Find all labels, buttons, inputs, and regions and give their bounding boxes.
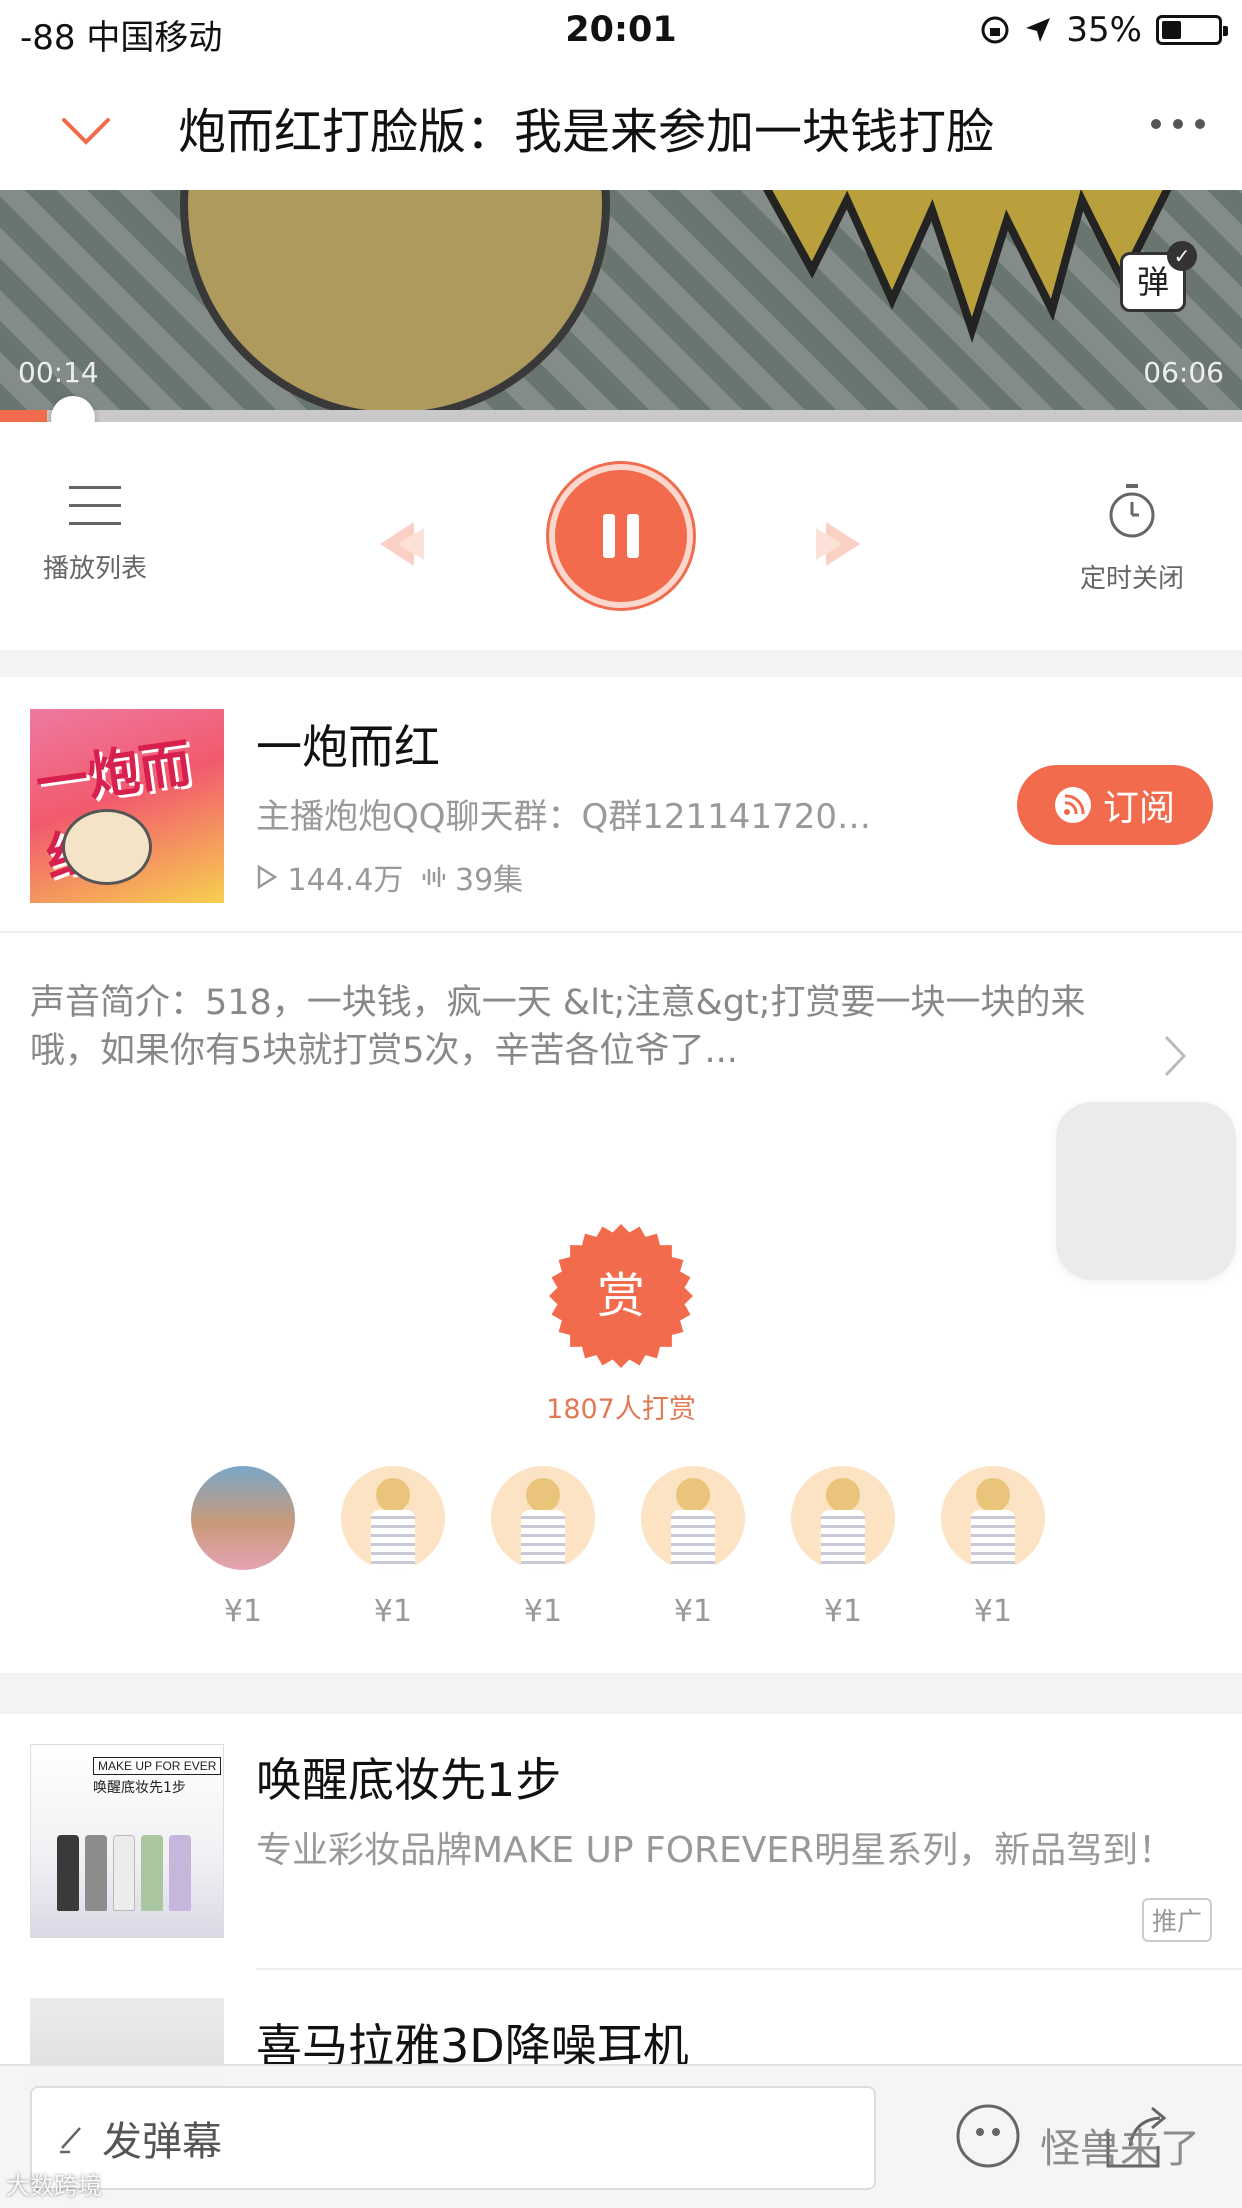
avatar bbox=[491, 1466, 595, 1570]
current-time: 00:14 bbox=[18, 356, 99, 389]
product-tube bbox=[113, 1835, 135, 1911]
avatar bbox=[341, 1466, 445, 1570]
divider bbox=[256, 1968, 1242, 1970]
more-icon[interactable] bbox=[1148, 114, 1208, 134]
reward-amount: ¥1 bbox=[673, 1594, 713, 1629]
cover-banner[interactable]: 弹 ✓ 00:14 06:06 bbox=[0, 190, 1242, 414]
promo-section: MAKE UP FOR EVER 唤醒底妆先1步 唤醒底妆先1步 专业彩妆品牌M… bbox=[0, 1714, 1242, 2098]
battery-level bbox=[1162, 21, 1181, 39]
episode-count-value: 39集 bbox=[454, 863, 524, 898]
ad-thumbnail[interactable]: MAKE UP FOR EVER 唤醒底妆先1步 bbox=[30, 1744, 224, 1938]
timer-icon bbox=[1109, 484, 1155, 538]
status-right: 35% bbox=[980, 10, 1228, 50]
battery-icon bbox=[1156, 15, 1228, 45]
chevron-down-icon[interactable] bbox=[58, 102, 114, 158]
product-tube bbox=[85, 1835, 107, 1911]
rewarder-item[interactable]: ¥1 bbox=[638, 1466, 748, 1629]
ad-description: 专业彩妆品牌MAKE UP FOREVER明星系列，新品驾到！ bbox=[256, 1830, 1175, 1871]
reward-amount: ¥1 bbox=[973, 1594, 1013, 1629]
avatar bbox=[191, 1466, 295, 1570]
floating-assistive-button[interactable] bbox=[1056, 1102, 1236, 1280]
pencil-icon bbox=[60, 2127, 81, 2154]
play-count: 144.4万 bbox=[256, 855, 403, 899]
album-cover[interactable]: 一炮而红 bbox=[30, 709, 224, 903]
ad-thumb-brand: MAKE UP FOR EVER bbox=[93, 1757, 222, 1775]
rewarder-item[interactable]: ¥1 bbox=[338, 1466, 448, 1629]
danmaku-toggle[interactable]: 弹 ✓ bbox=[1120, 241, 1197, 312]
timer-label: 定时关闭 bbox=[1079, 564, 1184, 594]
chevron-right-icon[interactable] bbox=[1160, 1033, 1190, 1079]
danmaku-toggle-label: 弹 bbox=[1136, 263, 1169, 301]
waveform-icon bbox=[423, 867, 446, 887]
next-icon[interactable] bbox=[810, 514, 870, 574]
watermark-left: 大数跨境 bbox=[6, 2172, 102, 2200]
rewarder-item[interactable]: ¥1 bbox=[938, 1466, 1048, 1629]
player-controls: 播放列表 定时关闭 bbox=[0, 422, 1242, 650]
album-title: 一炮而红 bbox=[256, 720, 440, 774]
playlist-button[interactable]: 播放列表 bbox=[40, 482, 150, 585]
track-title: 炮而红打脸版：我是来参加一块钱打脸 bbox=[178, 104, 995, 160]
pause-icon bbox=[603, 514, 615, 558]
danmaku-placeholder: 发弹幕 bbox=[102, 2119, 222, 2165]
playlist-label: 播放列表 bbox=[42, 554, 147, 584]
subscribe-button[interactable]: 订阅 bbox=[1017, 765, 1213, 845]
watermark-right: 怪兽来了 bbox=[1040, 2126, 1200, 2172]
list-icon bbox=[69, 486, 121, 525]
sleep-timer-button[interactable]: 定时关闭 bbox=[1052, 482, 1212, 595]
rss-icon bbox=[1054, 787, 1091, 823]
status-bar: -88 中国移动 20:01 35% bbox=[0, 0, 1242, 64]
episode-count: 39集 bbox=[421, 855, 523, 899]
reward-amount: ¥1 bbox=[373, 1594, 413, 1629]
progress-fill bbox=[0, 410, 48, 422]
album-card[interactable]: 一炮而红 一炮而红 主播炮炮QQ聊天群：Q群121141720… 144.4万 … bbox=[0, 677, 1242, 933]
avatar bbox=[941, 1466, 1045, 1570]
album-cover-character bbox=[62, 809, 152, 885]
play-icon bbox=[257, 864, 278, 890]
previous-icon[interactable] bbox=[370, 514, 430, 574]
reward-button[interactable]: 赏 bbox=[547, 1222, 695, 1370]
battery-percent: 35% bbox=[1066, 10, 1142, 50]
promo-tag: 推广 bbox=[1141, 1898, 1212, 1942]
rewarder-item[interactable]: ¥1 bbox=[188, 1466, 298, 1629]
avatar bbox=[641, 1466, 745, 1570]
rewarder-item[interactable]: ¥1 bbox=[488, 1466, 598, 1629]
location-arrow-icon bbox=[1026, 18, 1051, 42]
reward-amount: ¥1 bbox=[223, 1594, 263, 1629]
subscribe-label: 订阅 bbox=[1102, 788, 1175, 829]
album-description: 主播炮炮QQ聊天群：Q群121141720… bbox=[256, 797, 871, 837]
total-time: 06:06 bbox=[1143, 356, 1224, 389]
pause-button[interactable] bbox=[549, 464, 693, 608]
intro-text[interactable]: 声音简介：518，一块钱，疯一天 &lt;注意&gt;打赏要一块一块的来哦，如果… bbox=[30, 979, 1140, 1075]
reward-amount: ¥1 bbox=[823, 1594, 863, 1629]
reward-badge-label: 赏 bbox=[597, 1268, 645, 1324]
progress-bar[interactable] bbox=[0, 410, 1242, 422]
ad-thumb-text: 唤醒底妆先1步 bbox=[93, 1780, 186, 1796]
reward-count: 1807人打赏 bbox=[546, 1394, 696, 1425]
avatar bbox=[791, 1466, 895, 1570]
rewarder-item[interactable]: ¥1 bbox=[788, 1466, 898, 1629]
album-stats: 144.4万 39集 bbox=[256, 855, 523, 899]
rotation-lock-icon bbox=[981, 16, 1009, 44]
title-bar: 炮而红打脸版：我是来参加一块钱打脸 bbox=[0, 64, 1242, 190]
danmaku-input[interactable]: 发弹幕 bbox=[30, 2086, 876, 2190]
pause-icon-bar bbox=[627, 514, 639, 558]
check-icon: ✓ bbox=[1167, 241, 1197, 271]
product-tube bbox=[169, 1835, 191, 1911]
ad-title[interactable]: 唤醒底妆先1步 bbox=[256, 1744, 561, 1810]
comment-icon[interactable] bbox=[950, 2102, 1026, 2174]
play-count-value: 144.4万 bbox=[287, 863, 404, 898]
product-tube bbox=[141, 1835, 163, 1911]
cover-overlay bbox=[0, 190, 1242, 414]
reward-amount: ¥1 bbox=[523, 1594, 563, 1629]
bottom-bar: 发弹幕 怪兽来了 bbox=[0, 2064, 1242, 2208]
product-tube bbox=[57, 1835, 79, 1911]
